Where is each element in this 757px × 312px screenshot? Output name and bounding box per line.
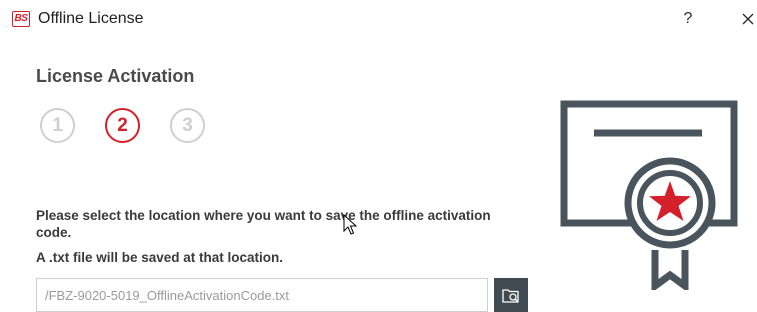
folder-search-icon	[502, 289, 519, 303]
help-button[interactable]: ?	[678, 8, 698, 30]
browse-button[interactable]	[494, 278, 528, 312]
save-path-input[interactable]	[36, 278, 488, 312]
step-3-indicator: 3	[170, 108, 205, 143]
step-1-indicator: 1	[40, 108, 75, 143]
title-bar: BS Offline License ?	[0, 0, 757, 40]
app-logo: BS	[12, 11, 30, 27]
window-title: Offline License	[38, 10, 144, 27]
close-button[interactable]	[738, 8, 757, 30]
step-2-indicator: 2	[105, 108, 140, 143]
certificate-icon	[560, 100, 738, 290]
file-note: A .txt file will be saved at that locati…	[36, 250, 284, 265]
section-title: License Activation	[36, 66, 195, 86]
mouse-cursor-icon	[343, 214, 358, 235]
instruction-text: Please select the location where you wan…	[36, 208, 491, 240]
close-icon	[742, 13, 754, 25]
